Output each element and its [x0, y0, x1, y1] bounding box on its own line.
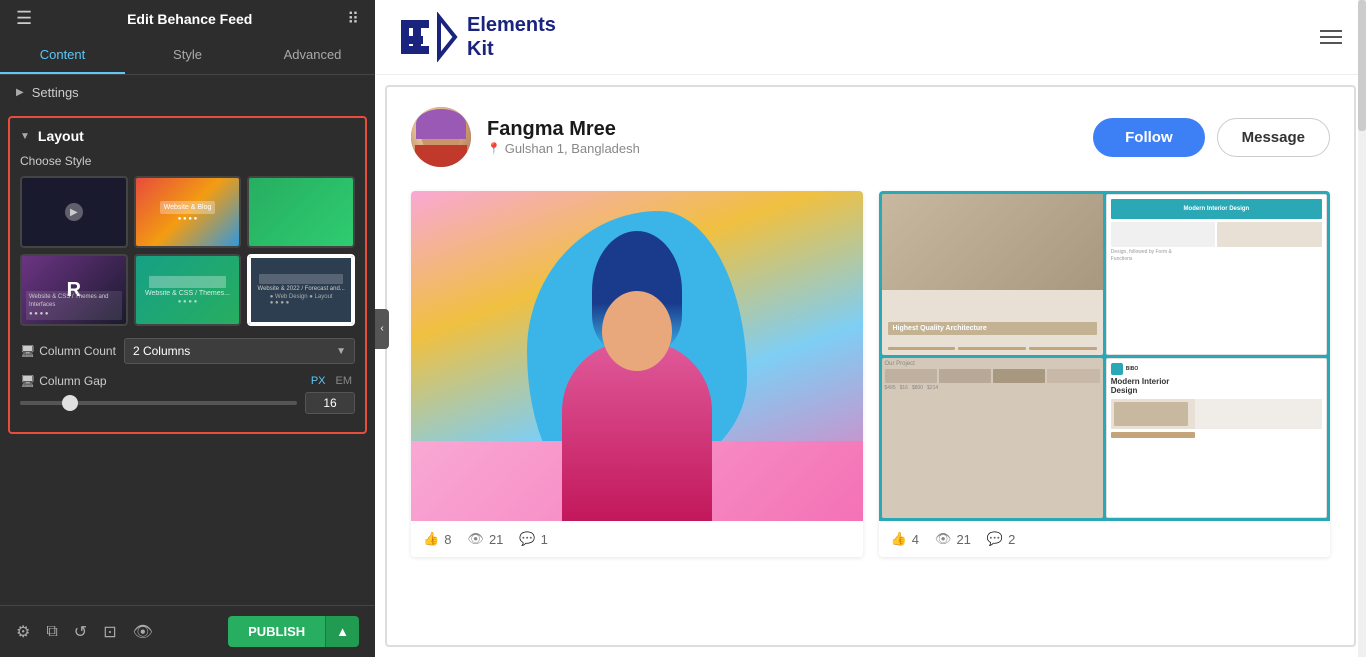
- layout-section: ▼ Layout Choose Style ▶ Website & Blog ●…: [8, 116, 367, 434]
- feed-grid: 👍 8 👁 21 💬 1: [411, 191, 1330, 557]
- layout-header[interactable]: ▼ Layout: [20, 128, 355, 144]
- panel-header: ☰ Edit Behance Feed ⠿: [0, 0, 375, 37]
- stat-likes-2: 👍 4: [891, 531, 919, 547]
- location-icon: 📍: [487, 142, 501, 155]
- history-icon[interactable]: ↺: [74, 622, 87, 642]
- comment-icon: 💬: [519, 531, 535, 547]
- profile-actions: Follow Message: [1093, 118, 1330, 157]
- hamburger-nav-icon[interactable]: [1320, 30, 1342, 44]
- column-gap-label: 🖥 Column Gap: [20, 374, 110, 388]
- scrollbar[interactable]: [1358, 0, 1366, 657]
- preview-header: Elements Kit: [375, 0, 1366, 75]
- profile-name: Fangma Mree: [487, 118, 1077, 141]
- column-count-label: 🖥 Column Count: [20, 344, 116, 358]
- feed-item-1: 👍 8 👁 21 💬 1: [411, 191, 863, 557]
- publish-group: PUBLISH ▲: [228, 616, 359, 647]
- stat-likes-1: 👍 8: [423, 531, 451, 547]
- thumbs-up-icon: 👍: [423, 531, 439, 547]
- publish-arrow-button[interactable]: ▲: [325, 616, 359, 647]
- settings-label: Settings: [32, 85, 79, 100]
- avatar: [411, 107, 471, 167]
- panel-tabs: Content Style Advanced: [0, 37, 375, 75]
- slider-thumb[interactable]: [62, 395, 78, 411]
- eye-icon[interactable]: 👁: [133, 622, 153, 642]
- scrollbar-thumb[interactable]: [1358, 0, 1366, 131]
- profile-info: Fangma Mree 📍 Gulshan 1, Bangladesh: [487, 118, 1077, 156]
- grid-icon[interactable]: ⠿: [347, 9, 359, 29]
- monitor-icon-2: 🖥: [20, 374, 35, 388]
- settings-gear-icon[interactable]: ⚙: [16, 622, 30, 642]
- style-item-1[interactable]: ▶: [20, 176, 128, 248]
- select-dropdown-icon: ▼: [336, 346, 346, 357]
- slider-container[interactable]: [20, 393, 297, 413]
- feed-stats-2: 👍 4 👁 21 💬 2: [879, 521, 1331, 557]
- slider-value[interactable]: 16: [305, 392, 355, 414]
- settings-arrow-icon: ▶: [16, 87, 24, 98]
- profile-header: Fangma Mree 📍 Gulshan 1, Bangladesh Foll…: [411, 107, 1330, 167]
- column-count-select[interactable]: 2 Columns ▼: [124, 338, 355, 364]
- behance-feed: Fangma Mree 📍 Gulshan 1, Bangladesh Foll…: [385, 85, 1356, 647]
- publish-button[interactable]: PUBLISH: [228, 616, 325, 647]
- feed-image-1: [411, 191, 863, 521]
- feed-stats-1: 👍 8 👁 21 💬 1: [411, 521, 863, 557]
- message-button[interactable]: Message: [1217, 118, 1330, 157]
- panel-content: ▶ Settings ▼ Layout Choose Style ▶: [0, 75, 375, 657]
- logo-area: Elements Kit: [399, 12, 556, 62]
- logo-text: Elements Kit: [467, 13, 556, 61]
- style-item-5[interactable]: Website & CSS / Themes... ● ● ● ●: [134, 254, 242, 326]
- hamburger-menu-icon[interactable]: ☰: [16, 8, 32, 29]
- eye-stat-icon: 👁: [467, 531, 484, 547]
- follow-button[interactable]: Follow: [1093, 118, 1205, 157]
- stat-comments-2: 💬 2: [987, 531, 1015, 547]
- tab-content[interactable]: Content: [0, 37, 125, 74]
- eye-stat-icon-2: 👁: [935, 531, 952, 547]
- profile-location: 📍 Gulshan 1, Bangladesh: [487, 141, 1077, 156]
- left-panel: ☰ Edit Behance Feed ⠿ Content Style Adva…: [0, 0, 375, 657]
- collapse-handle[interactable]: ‹: [375, 309, 389, 349]
- choose-style-label: Choose Style: [20, 154, 355, 168]
- logo-icon: [399, 12, 459, 62]
- settings-section[interactable]: ▶ Settings: [0, 75, 375, 110]
- style-grid: ▶ Website & Blog ● ● ● ●: [20, 176, 355, 326]
- style-item-6[interactable]: Website & 2022 / Forecast and... ● Web D…: [247, 254, 355, 326]
- stat-views-1: 👁 21: [467, 531, 503, 547]
- panel-footer: ⚙ ⧉ ↺ ⊡ 👁 PUBLISH ▲: [0, 605, 375, 657]
- layers-icon[interactable]: ⧉: [46, 623, 57, 641]
- avatar-image: [411, 107, 471, 167]
- tab-style[interactable]: Style: [125, 37, 250, 74]
- unit-px-btn[interactable]: PX: [308, 374, 329, 388]
- comment-icon-2: 💬: [987, 531, 1003, 547]
- thumbs-up-icon-2: 👍: [891, 531, 907, 547]
- stat-views-2: 👁 21: [935, 531, 971, 547]
- style-item-4[interactable]: R Website & CSS / Themes and Interfaces●…: [20, 254, 128, 326]
- monitor-icon: 🖥: [20, 344, 35, 358]
- panel-title: Edit Behance Feed: [127, 11, 252, 27]
- responsive-icon[interactable]: ⊡: [103, 622, 116, 642]
- column-count-row: 🖥 Column Count 2 Columns ▼: [20, 338, 355, 364]
- slider-track: [20, 401, 297, 405]
- right-panel: Elements Kit Fan: [375, 0, 1366, 657]
- footer-icons: ⚙ ⧉ ↺ ⊡ 👁: [16, 622, 153, 642]
- tab-advanced[interactable]: Advanced: [250, 37, 375, 74]
- slider-row: 16: [20, 392, 355, 414]
- layout-collapse-icon: ▼: [20, 131, 30, 142]
- feed-image-2: Highest Quality Architecture Modern Inte…: [879, 191, 1331, 521]
- feed-item-2: Highest Quality Architecture Modern Inte…: [879, 191, 1331, 557]
- unit-em-btn[interactable]: EM: [333, 374, 356, 388]
- layout-title: Layout: [38, 128, 84, 144]
- column-gap-row: 🖥 Column Gap PX EM 16: [20, 374, 355, 414]
- style-item-2[interactable]: Website & Blog ● ● ● ●: [134, 176, 242, 248]
- unit-switcher: PX EM: [308, 374, 355, 388]
- stat-comments-1: 💬 1: [519, 531, 547, 547]
- style-item-3[interactable]: [247, 176, 355, 248]
- illustration-1: [411, 191, 863, 521]
